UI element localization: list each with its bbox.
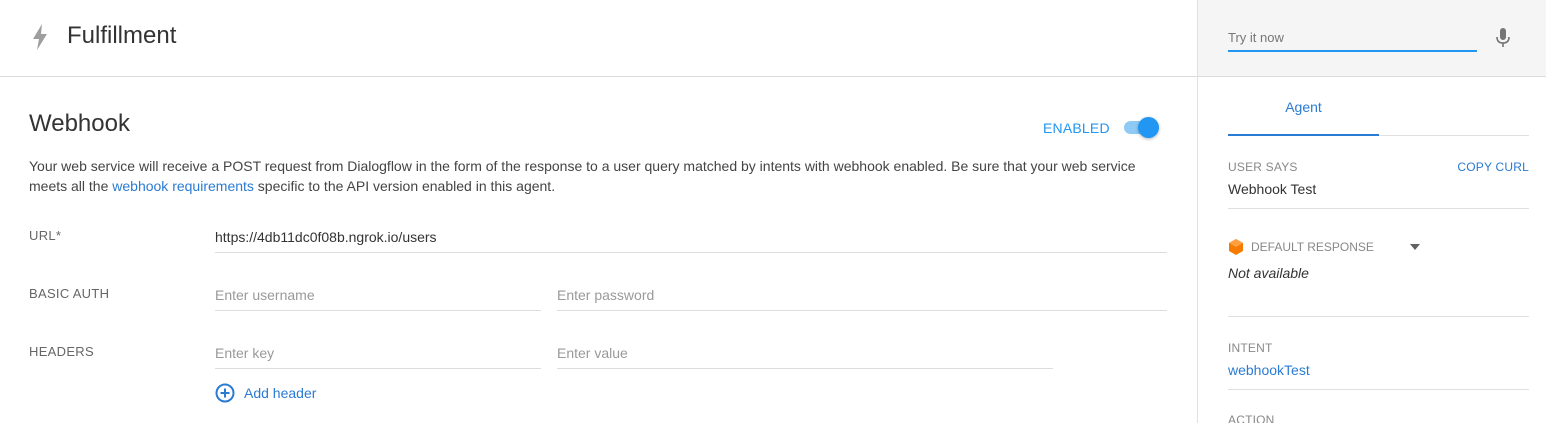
- add-header-label: Add header: [244, 385, 317, 401]
- try-it-input[interactable]: [1228, 26, 1477, 48]
- intent-link[interactable]: webhookTest: [1228, 362, 1310, 378]
- test-console: Agent USER SAYS COPY CURL Webhook Test D…: [1197, 0, 1546, 423]
- try-it-field[interactable]: [1228, 26, 1477, 52]
- description-text-after: specific to the API version enabled in t…: [253, 178, 556, 194]
- tab-agent-label: Agent: [1285, 99, 1322, 115]
- try-it-area: [1198, 0, 1546, 77]
- url-value: https://4db11dc0f08b.ngrok.io/users: [215, 229, 437, 245]
- toggle-knob: [1138, 117, 1159, 138]
- copy-curl-button[interactable]: COPY CURL: [1457, 160, 1529, 174]
- username-field[interactable]: [215, 285, 541, 311]
- password-input[interactable]: [557, 287, 1167, 303]
- webhook-description: Your web service will receive a POST req…: [29, 156, 1169, 196]
- caret-down-icon[interactable]: [1410, 244, 1420, 250]
- url-field[interactable]: https://4db11dc0f08b.ngrok.io/users: [215, 227, 1167, 253]
- user-says-label: USER SAYS: [1228, 160, 1298, 174]
- username-input[interactable]: [215, 287, 541, 303]
- header-value-input[interactable]: [557, 345, 1053, 361]
- basic-auth-label: BASIC AUTH: [29, 286, 110, 301]
- webhook-enabled-toggle[interactable]: [1124, 117, 1160, 138]
- divider: [1228, 316, 1529, 317]
- page-title: Fulfillment: [67, 22, 177, 49]
- cube-icon: [1229, 239, 1243, 255]
- divider: [1228, 208, 1529, 209]
- enabled-label: ENABLED: [1043, 120, 1110, 136]
- mic-icon[interactable]: [1495, 27, 1511, 49]
- header-key-input[interactable]: [215, 345, 541, 361]
- add-header-button[interactable]: Add header: [215, 383, 316, 403]
- main-panel: Fulfillment Webhook ENABLED Your web ser…: [0, 0, 1197, 423]
- webhook-requirements-link[interactable]: webhook requirements: [112, 178, 254, 194]
- headers-label: HEADERS: [29, 344, 94, 359]
- action-label: ACTION: [1228, 413, 1275, 423]
- divider: [1228, 389, 1529, 390]
- url-label: URL*: [29, 228, 62, 243]
- user-says-value: Webhook Test: [1228, 181, 1317, 197]
- add-circle-icon: [215, 383, 235, 403]
- header-value-field[interactable]: [557, 343, 1053, 369]
- password-field[interactable]: [557, 285, 1167, 311]
- page-header: Fulfillment: [0, 0, 1197, 77]
- default-response-value: Not available: [1228, 265, 1309, 281]
- bolt-icon: [33, 24, 47, 50]
- intent-label: INTENT: [1228, 341, 1273, 355]
- header-key-field[interactable]: [215, 343, 541, 369]
- tab-divider: [1379, 135, 1529, 136]
- webhook-title: Webhook: [29, 110, 130, 137]
- default-response-label: DEFAULT RESPONSE: [1251, 240, 1374, 254]
- tab-agent[interactable]: Agent: [1228, 99, 1379, 136]
